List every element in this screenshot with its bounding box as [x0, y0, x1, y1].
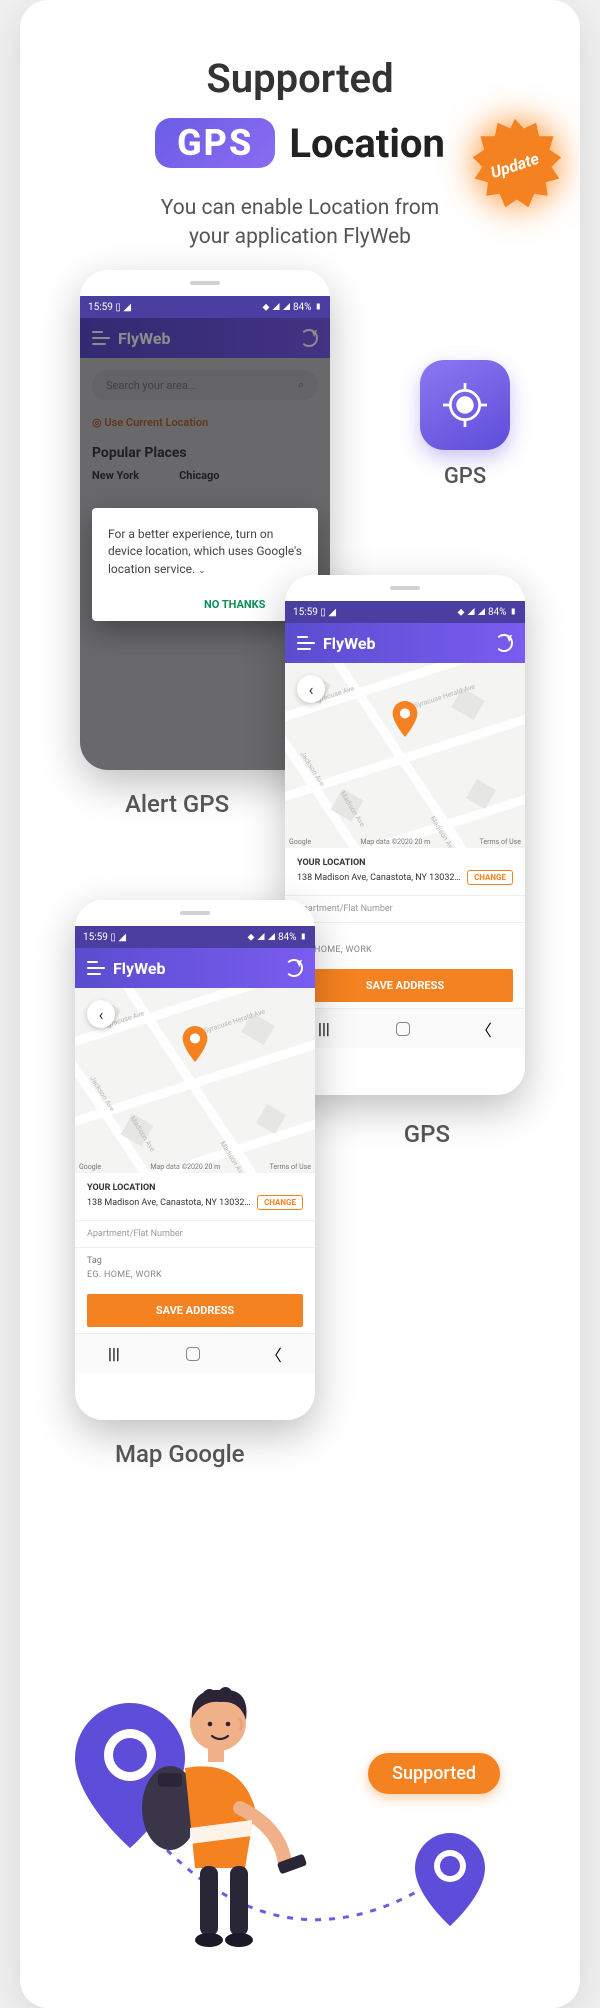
your-location-label: YOUR LOCATION	[297, 858, 513, 868]
tag-example: EG. HOME, WORK	[297, 945, 513, 955]
menu-icon[interactable]	[92, 331, 110, 345]
nav-home-icon[interactable]	[396, 1022, 410, 1036]
location-heading: Location	[289, 120, 445, 167]
nav-recent-icon[interactable]: |||	[108, 1344, 120, 1363]
back-button[interactable]: ‹	[87, 1000, 115, 1028]
app-title: FlyWeb	[118, 329, 170, 348]
phone1-label: Alert GPS	[125, 790, 229, 818]
map-pin-icon	[391, 701, 419, 741]
tag-label: Tag	[87, 1256, 303, 1266]
nav-back-icon[interactable]: 〈	[476, 1017, 492, 1041]
change-button[interactable]: CHANGE	[467, 870, 513, 885]
address-value: 138 Madison Ave, Canastota, NY 13032, U.…	[87, 1198, 251, 1208]
change-button[interactable]: CHANGE	[257, 1195, 303, 1210]
menu-icon[interactable]	[297, 636, 315, 650]
tag-example: EG. HOME, WORK	[87, 1270, 303, 1280]
app-title: FlyWeb	[113, 959, 165, 978]
tag-label: Tag	[297, 931, 513, 941]
update-badge: Update	[465, 115, 565, 215]
gps-square-icon	[420, 360, 510, 450]
app-title: FlyWeb	[323, 634, 375, 653]
back-button[interactable]: ‹	[297, 675, 325, 703]
nav-recent-icon[interactable]: |||	[318, 1019, 330, 1038]
map-pin-icon	[181, 1026, 209, 1066]
gps-icon-block: GPS	[420, 360, 510, 489]
menu-icon[interactable]	[87, 961, 105, 975]
refresh-icon[interactable]	[285, 959, 303, 977]
nav-back-icon[interactable]: 〈	[266, 1342, 282, 1366]
phone3-label: Map Google	[115, 1440, 245, 1468]
no-thanks-button[interactable]: NO THANKS	[204, 598, 265, 611]
supported-pill: Supported	[368, 1753, 500, 1794]
address-value: 138 Madison Ave, Canastota, NY 13032, U.…	[297, 873, 461, 883]
refresh-icon[interactable]	[495, 634, 513, 652]
phone2-label: GPS	[404, 1120, 450, 1148]
supported-heading: Supported	[20, 55, 580, 102]
refresh-icon[interactable]	[300, 329, 318, 347]
gps-block-label: GPS	[420, 464, 510, 489]
apartment-field[interactable]: Apartment/Flat Number	[285, 895, 525, 922]
gps-pill: GPS	[155, 118, 275, 168]
phone-map-google: 15:59 ▯ ◢ ⬥ ◢ ◢ 84% ▮ FlyWeb	[75, 900, 315, 1420]
apartment-field[interactable]: Apartment/Flat Number	[75, 1220, 315, 1247]
phone-gps: 15:59 ▯ ◢ ⬥ ◢ ◢ 84% ▮ FlyWeb	[285, 575, 525, 1095]
dialog-message: For a better experience, turn on device …	[108, 526, 302, 578]
save-address-button[interactable]: SAVE ADDRESS	[297, 969, 513, 1002]
illustration-traveler: Supported	[20, 1608, 580, 1968]
nav-home-icon[interactable]	[186, 1347, 200, 1361]
save-address-button[interactable]: SAVE ADDRESS	[87, 1294, 303, 1327]
map-view[interactable]: Syracuse Ave Syracuse Herald Ave Madison…	[75, 988, 315, 1173]
map-view[interactable]: Syracuse Ave Syracuse Herald Ave Madison…	[285, 663, 525, 848]
your-location-label: YOUR LOCATION	[87, 1183, 303, 1193]
